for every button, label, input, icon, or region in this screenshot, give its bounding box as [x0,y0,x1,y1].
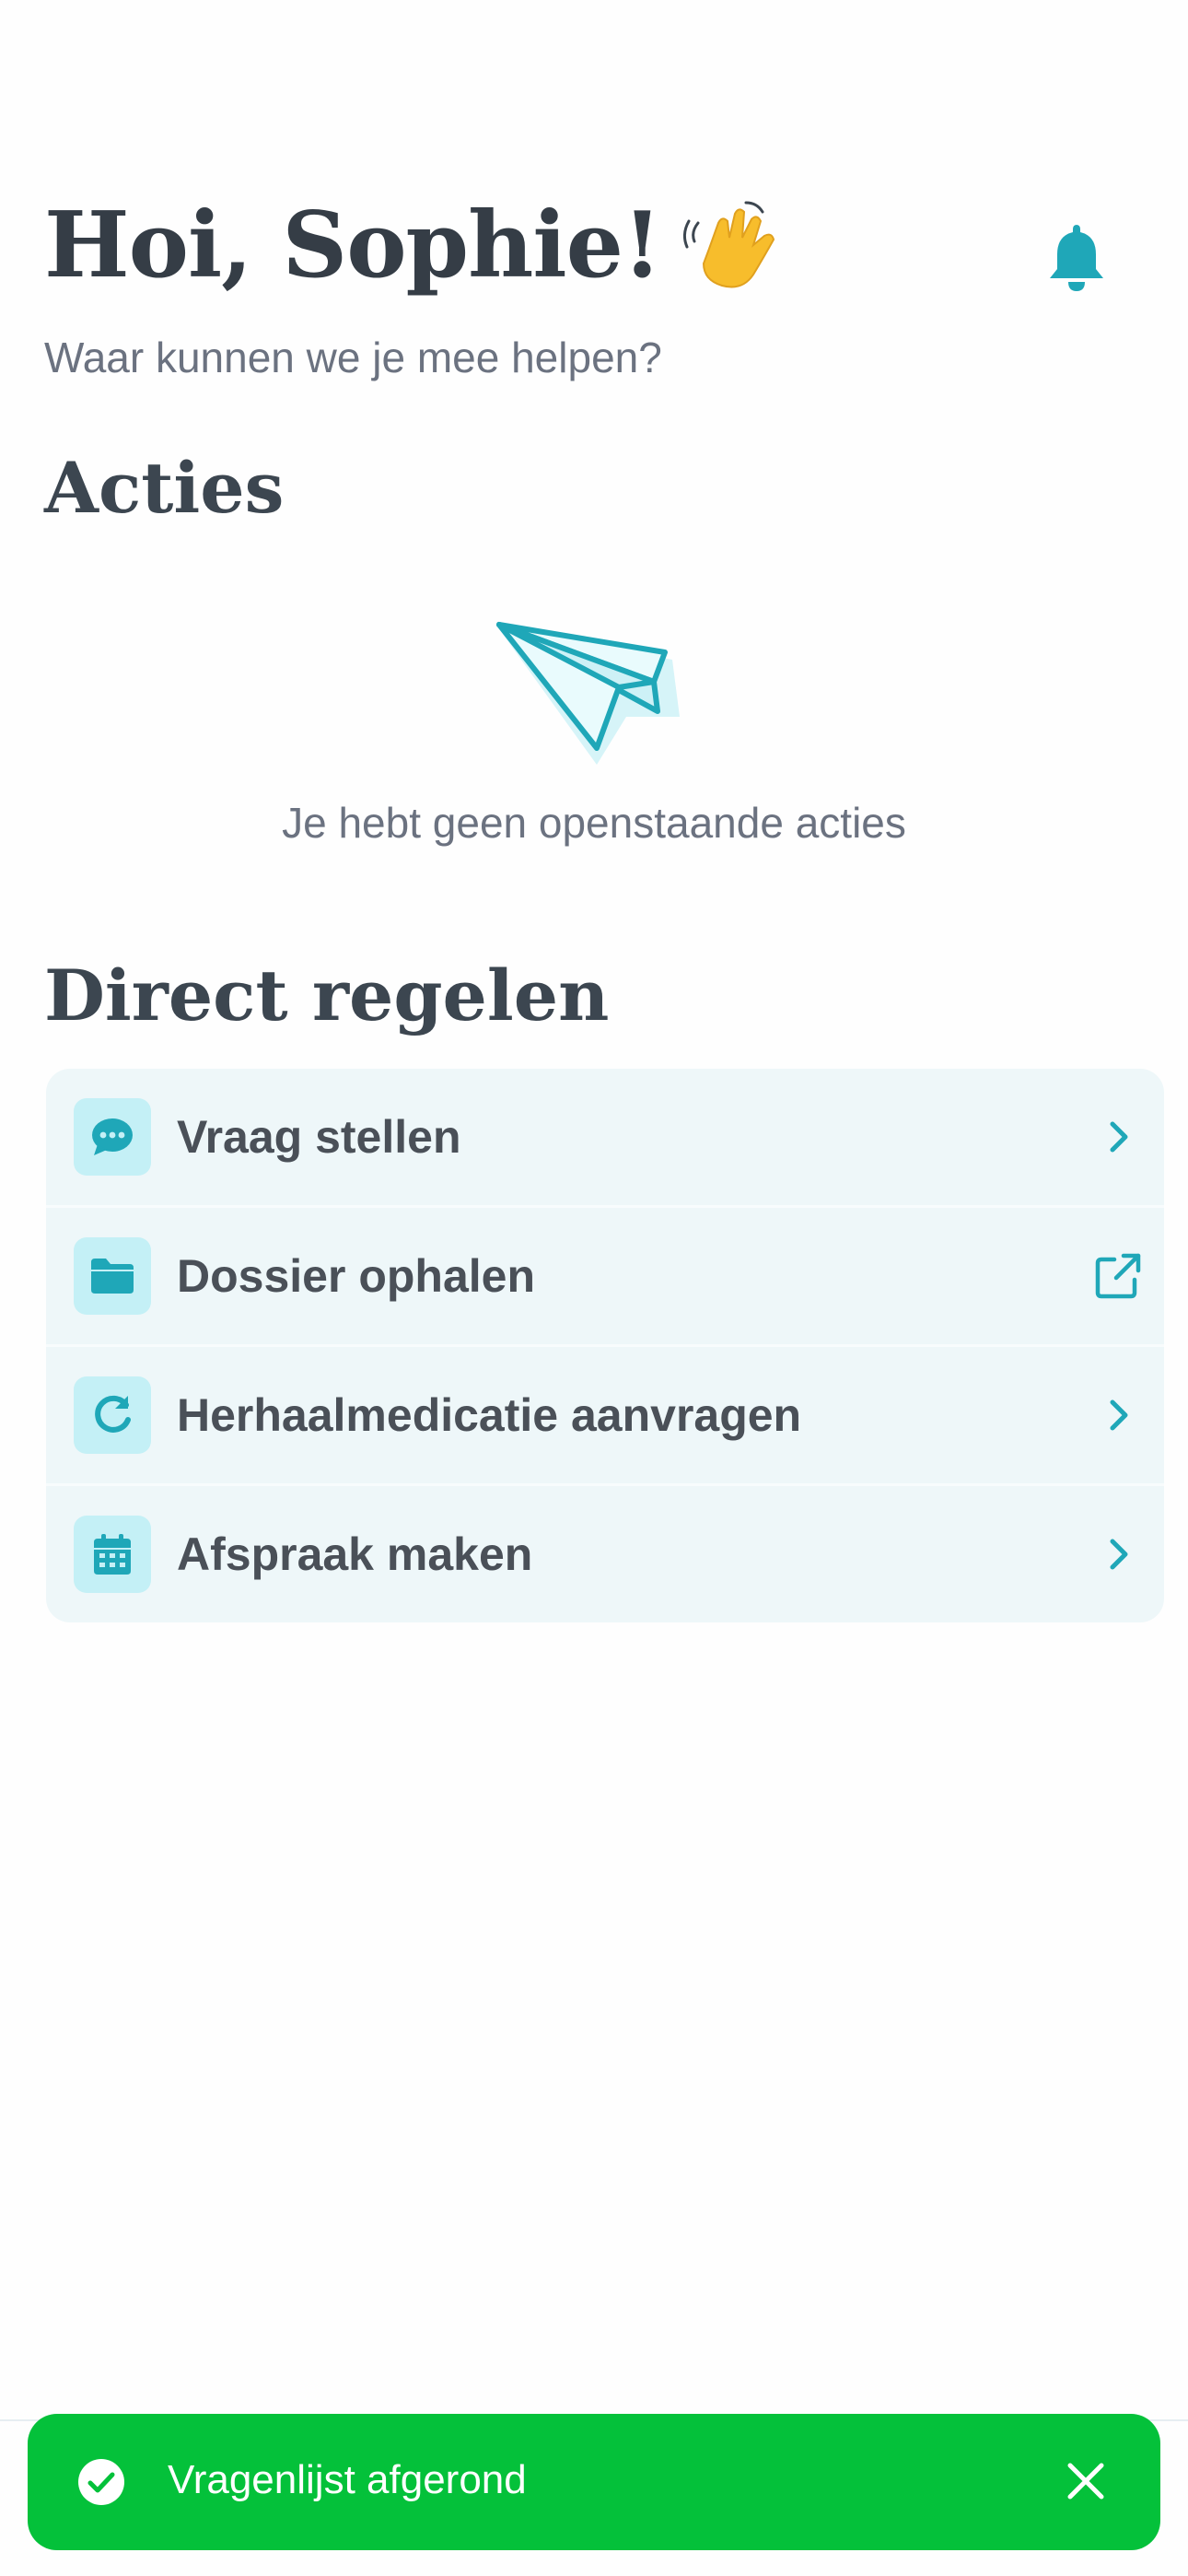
actions-heading: Acties [44,447,285,529]
check-circle-icon [78,2459,124,2505]
list-item-label: Herhaalmedicatie aanvragen [177,1389,802,1441]
list-item-make-appointment[interactable]: Afspraak maken [46,1486,1164,1622]
success-toast: Vragenlijst afgerond [28,2414,1160,2550]
paper-plane-icon [496,622,680,765]
direct-actions-list: Vraag stellen Dossier ophalen Herhaalmed… [46,1069,1164,1622]
list-item-fetch-dossier[interactable]: Dossier ophalen [46,1208,1164,1347]
list-item-label: Afspraak maken [177,1528,533,1580]
folder-icon [74,1237,151,1315]
refresh-icon [74,1376,151,1454]
greeting-text: Hoi, Sophie! [44,193,662,299]
chevron-right-icon [1092,1528,1144,1580]
list-item-label: Dossier ophalen [177,1250,535,1302]
greeting-heading: Hoi, Sophie! [44,195,783,297]
notification-bell-icon[interactable] [1044,221,1109,295]
list-item-repeat-medication[interactable]: Herhaalmedicatie aanvragen [46,1347,1164,1486]
list-item-label: Vraag stellen [177,1111,461,1163]
empty-actions-text: Je hebt geen openstaande acties [282,799,906,847]
chevron-right-icon [1092,1111,1144,1163]
waving-hand-icon [682,201,775,288]
greeting-subtitle: Waar kunnen we je mee helpen? [44,334,662,381]
external-link-icon [1092,1250,1144,1302]
chevron-right-icon [1092,1389,1144,1441]
toast-message: Vragenlijst afgerond [168,2457,527,2502]
close-icon[interactable] [1065,2460,1107,2502]
direct-heading: Direct regelen [44,954,610,1036]
calendar-icon [74,1516,151,1593]
list-item-ask-question[interactable]: Vraag stellen [46,1069,1164,1208]
chat-bubble-icon [74,1098,151,1176]
